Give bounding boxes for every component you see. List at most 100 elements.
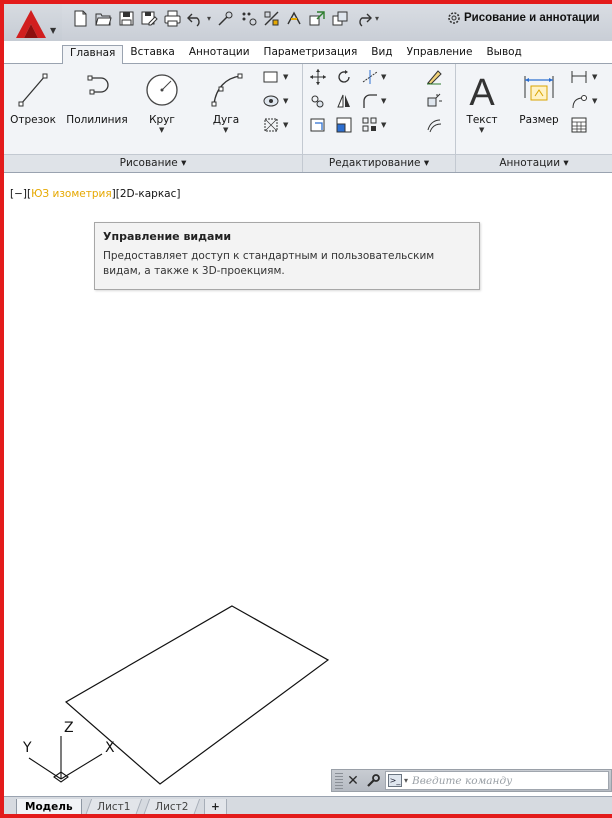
ucs-x-label: X [105, 740, 115, 756]
redo-icon[interactable] [355, 10, 373, 27]
command-placeholder: Введите команду [412, 774, 513, 787]
hatch-tool-button[interactable]: ▼ [262, 92, 288, 112]
command-line: ✕ >_ ▾ Введите команду [331, 769, 612, 792]
print-icon[interactable] [164, 10, 181, 27]
workspace-label: Рисование и аннотации [464, 12, 600, 24]
undo-dropdown-icon[interactable]: ▾ [207, 14, 211, 23]
chevron-down-icon: ▼ [592, 73, 598, 81]
recent-commands-dropdown-icon[interactable]: ▾ [404, 776, 408, 785]
ribbon-tabs: Главная Вставка Аннотации Параметризация… [62, 45, 529, 64]
linear-dim-tool-button[interactable]: ▼ [570, 68, 598, 88]
panel-annotations-title[interactable]: Аннотации ▾ [456, 154, 612, 172]
open-icon[interactable] [95, 10, 112, 27]
tab-insert[interactable]: Вставка [123, 45, 182, 63]
array-tool-button[interactable]: ▼ [361, 116, 387, 136]
circle-dropdown-icon[interactable]: ▼ [159, 126, 164, 134]
table-tool-button[interactable] [570, 116, 596, 136]
polyline-icon [87, 75, 109, 95]
command-prompt-icon[interactable]: >_ [388, 774, 402, 787]
line-tool-label: Отрезок [10, 114, 56, 126]
undo-icon[interactable] [187, 10, 204, 27]
panel-editing: ▼ ▼ ▼ Редактирование ▾ [303, 64, 456, 172]
tab-manage[interactable]: Управление [400, 45, 480, 63]
tab-output[interactable]: Вывод [479, 45, 528, 63]
panel-drawing-title[interactable]: Рисование ▾ [4, 154, 302, 172]
fillet-tool-button[interactable]: ▼ [361, 92, 387, 112]
ucs-icon: Y Z X [22, 720, 115, 783]
offset-tool-button[interactable] [425, 116, 451, 136]
chevron-down-icon: ▼ [50, 26, 57, 35]
rotate-icon [338, 70, 350, 83]
mirror-icon [337, 94, 350, 108]
copy-icon [311, 95, 324, 108]
arc-icon [211, 73, 243, 107]
rotate-tool-button[interactable] [335, 68, 361, 88]
add-layout-button[interactable]: + [204, 799, 227, 816]
gear-icon [448, 12, 460, 24]
share-icon[interactable] [309, 10, 326, 27]
publish-icon[interactable] [286, 10, 303, 27]
qat-icons: ▾ ▾ [72, 7, 379, 29]
dimension-icon [524, 76, 554, 101]
command-line-grip[interactable] [335, 772, 343, 789]
copy-tool-button[interactable] [309, 92, 335, 112]
tab-home[interactable]: Главная [62, 45, 124, 64]
arc-tool-label: Дуга [212, 114, 240, 126]
autocad-logo-icon [16, 10, 46, 38]
rectangle-tool-button[interactable]: ▼ [262, 68, 288, 88]
text-dropdown-icon[interactable]: ▼ [479, 126, 484, 134]
ucs-z-label: Z [64, 720, 74, 736]
wrench-icon[interactable] [363, 771, 383, 791]
ribbon: Отрезок Полилиния Круг ▼ Дуга ▼ ▼ ▼ ▼ Ри… [4, 63, 612, 173]
tab-model[interactable]: Модель [16, 799, 82, 816]
panel-drawing: Отрезок Полилиния Круг ▼ Дуга ▼ ▼ ▼ ▼ Ри… [4, 64, 303, 172]
close-icon[interactable]: ✕ [343, 771, 363, 791]
tab-sheet2[interactable]: Лист2 [142, 799, 201, 816]
save-as-icon[interactable] [141, 10, 158, 27]
wblock-icon[interactable] [240, 10, 257, 27]
boundary-icon [264, 118, 278, 132]
text-tool-label: Текст [466, 114, 498, 126]
leader-tool-button[interactable]: ▼ [570, 92, 598, 112]
tab-sheet1[interactable]: Лист1 [84, 799, 143, 816]
tab-parametric[interactable]: Параметризация [257, 45, 365, 63]
drawing-viewport[interactable]: [−][ЮЗ изометрия][2D-каркас] Управление … [4, 174, 612, 794]
rectangle-icon [263, 71, 278, 83]
explode-tool-button[interactable] [425, 92, 451, 112]
new-icon[interactable] [72, 10, 89, 27]
isometric-rectangle[interactable] [64, 605, 330, 785]
polyline-tool-label: Полилиния [66, 114, 128, 126]
trim-tool-button[interactable]: ▼ [361, 68, 387, 88]
circle-tool-button[interactable]: Круг ▼ [142, 70, 182, 134]
chevron-down-icon: ▼ [592, 97, 598, 105]
boundary-tool-button[interactable]: ▼ [262, 116, 288, 136]
panel-editing-title[interactable]: Редактирование ▾ [303, 154, 455, 172]
explode-icon [427, 93, 442, 107]
bring-to-front-icon[interactable] [332, 10, 349, 27]
dimension-tool-button[interactable]: Размер [514, 70, 564, 126]
circle-icon [146, 74, 178, 106]
erase-icon [427, 70, 442, 85]
command-input[interactable]: >_ ▾ Введите команду [385, 771, 609, 790]
application-menu-button[interactable]: ▼ [4, 4, 62, 41]
match-properties-icon[interactable] [217, 10, 234, 27]
arc-dropdown-icon[interactable]: ▼ [223, 126, 228, 134]
polyline-tool-button[interactable]: Полилиния [64, 70, 130, 126]
qat-customize-icon[interactable]: ▾ [375, 14, 379, 23]
line-tool-button[interactable]: Отрезок [6, 70, 60, 126]
plot-icon[interactable] [263, 10, 280, 27]
text-tool-button[interactable]: A Текст ▼ [462, 70, 502, 134]
stretch-tool-button[interactable] [309, 116, 335, 136]
save-icon[interactable] [118, 10, 135, 27]
mirror-tool-button[interactable] [335, 92, 361, 112]
move-tool-button[interactable] [309, 68, 335, 88]
arc-tool-button[interactable]: Дуга ▼ [204, 70, 248, 134]
tab-view[interactable]: Вид [364, 45, 399, 63]
stretch-icon [310, 118, 325, 132]
erase-tool-button[interactable] [425, 68, 451, 88]
leader-icon [572, 95, 587, 109]
scale-tool-button[interactable] [335, 116, 361, 136]
workspace-switcher[interactable]: Рисование и аннотации [447, 8, 600, 28]
chevron-down-icon: ▼ [381, 73, 387, 81]
tab-annotate[interactable]: Аннотации [182, 45, 257, 63]
